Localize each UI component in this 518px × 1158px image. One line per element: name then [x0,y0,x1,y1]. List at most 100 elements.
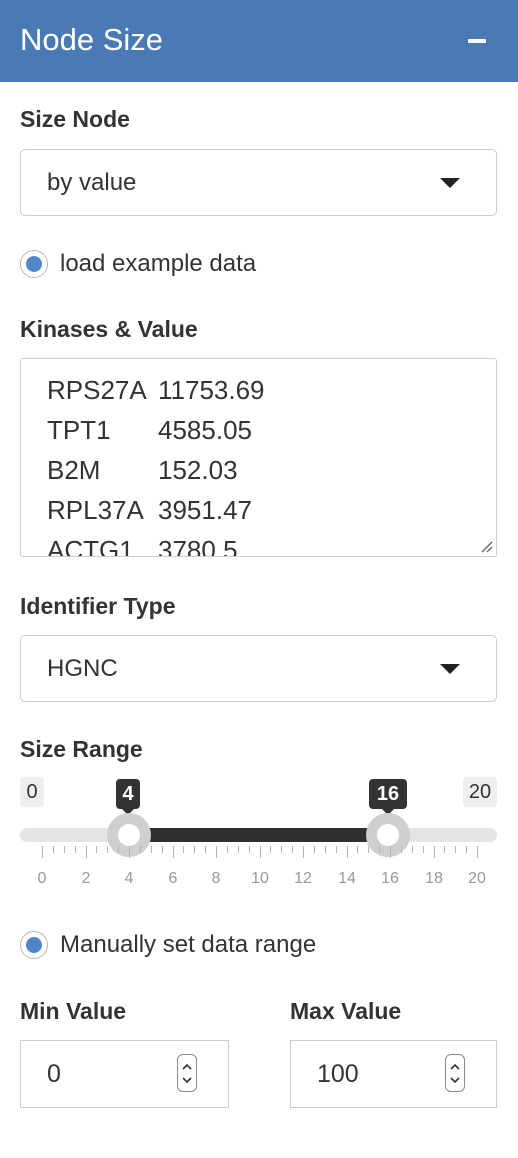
size-node-label: Size Node [20,106,130,132]
slider-high-value-badge: 16 [369,779,407,815]
slider-selected-range[interactable] [129,828,388,842]
slider-major-tick [129,846,130,858]
kinases-value-label: Kinases & Value [20,316,198,342]
panel-header: Node Size [0,0,518,82]
caret-down-icon [440,178,460,188]
slider-minor-tick [379,846,380,853]
slider-tick-label: 8 [211,870,221,887]
kinase-name: ACTG1 [47,535,134,557]
minus-icon [468,39,486,43]
slider-minor-tick [96,846,97,853]
kinase-value: 11753.69 [158,375,265,405]
slider-tick-label: 4 [124,870,134,887]
size-range-label: Size Range [20,736,143,762]
slider-tick-label: 16 [381,870,399,887]
slider-minor-tick [53,846,54,853]
chevron-down-icon[interactable] [450,1077,460,1084]
slider-minor-tick [281,846,282,853]
kinase-name: RPS27A [47,375,147,405]
handle-center [377,824,399,846]
slider-minor-tick [75,846,76,853]
slider-tick-label: 0 [37,870,47,887]
chevron-up-icon[interactable] [450,1063,460,1070]
slider-minor-tick [238,846,239,853]
identifier-type-select[interactable]: HGNC [20,635,497,702]
identifier-type-selected-value: HGNC [47,655,118,682]
textarea-line: TPT1 4585.05 [47,410,252,450]
slider-max-label: 20 [463,777,497,807]
collapse-button[interactable] [462,26,492,56]
kinases-value-textarea[interactable]: RPS27A 11753.69 TPT1 4585.05 B2M 152.03 RPL… [20,358,497,557]
slider-major-tick [390,846,391,858]
max-value-stepper[interactable] [445,1054,465,1092]
slider-major-tick [303,846,304,858]
slider-minor-tick [183,846,184,853]
slider-minor-tick [140,846,141,853]
min-value-stepper[interactable] [177,1054,197,1092]
slider-major-tick [173,846,174,858]
slider-minor-tick [444,846,445,853]
textarea-line: B2M 152.03 [47,450,238,490]
slider-tick-label: 20 [468,870,486,887]
slider-low-value-badge: 4 [116,779,140,815]
min-value-text: 0 [47,1060,61,1088]
slider-minor-tick [368,846,369,853]
slider-minor-tick [194,846,195,853]
identifier-type-label: Identifier Type [20,593,176,619]
kinase-name: B2M [47,455,101,485]
kinase-value: 152.03 [158,455,238,485]
slider-major-tick [216,846,217,858]
slider-minor-tick [107,846,108,853]
slider-minor-tick [423,846,424,853]
kinase-value: 3951.47 [158,495,252,525]
slider-tick-label: 10 [251,870,269,887]
slider-tick-label: 6 [168,870,178,887]
radio-selected-dot [26,256,42,272]
slider-min-label: 0 [20,777,44,807]
load-example-data-label: load example data [60,250,257,277]
radio-button[interactable] [20,250,48,278]
min-value-input[interactable]: 0 [20,1040,229,1108]
slider-minor-tick [162,846,163,853]
textarea-line: RPL37A 3951.47 [47,490,252,530]
radio-button[interactable] [20,931,48,959]
slider-tick-label: 18 [425,870,443,887]
max-value-text: 100 [317,1060,359,1088]
chevron-down-icon[interactable] [182,1077,192,1084]
kinase-value: 4585.05 [158,415,252,445]
slider-tick-label: 12 [294,870,312,887]
slider-major-tick [477,846,478,858]
slider-tick-label: 2 [81,870,91,887]
min-value-label: Min Value [20,998,127,1024]
slider-minor-tick [270,846,271,853]
slider-minor-tick [357,846,358,853]
manual-data-range-radio[interactable]: Manually set data range [20,930,380,960]
panel-title: Node Size [20,22,164,57]
size-node-selected-value: by value [47,169,137,196]
slider-minor-tick [314,846,315,853]
kinase-name: RPL37A [47,495,144,525]
slider-minor-tick [325,846,326,853]
slider-minor-tick [412,846,413,853]
slider-high-handle[interactable] [366,813,410,857]
slider-minor-tick [455,846,456,853]
slider-major-tick [434,846,435,858]
slider-minor-tick [401,846,402,853]
slider-low-value: 4 [122,783,134,805]
slider-major-tick [347,846,348,858]
max-value-input[interactable]: 100 [290,1040,497,1108]
slider-major-tick [86,846,87,858]
max-value-label: Max Value [290,998,402,1024]
slider-minor-tick [151,846,152,853]
textarea-line: ACTG1 3780.5 [47,530,238,557]
kinase-name: TPT1 [47,415,111,445]
slider-tick-label: 14 [338,870,356,887]
size-node-select[interactable]: by value [20,149,497,216]
load-example-data-radio[interactable]: load example data [20,249,320,279]
slider-major-tick [42,846,43,858]
slider-minor-tick [64,846,65,853]
chevron-up-icon[interactable] [182,1063,192,1070]
textarea-line: RPS27A 11753.69 [47,370,265,410]
manual-data-range-label: Manually set data range [60,931,317,958]
resize-grip-icon[interactable] [479,539,493,553]
